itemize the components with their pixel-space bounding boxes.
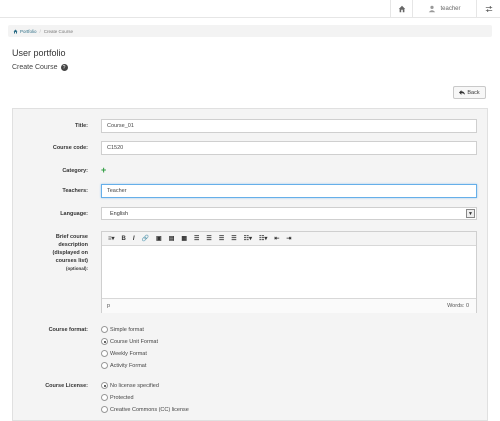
breadcrumb-current: Create Course [43, 28, 74, 34]
user-icon [429, 5, 436, 13]
title-input[interactable]: Course_01 [101, 119, 477, 133]
numbered-list-icon[interactable]: ☷▾ [259, 235, 267, 242]
table-icon[interactable]: ▦ [181, 235, 187, 242]
format-option-label: Simple format [110, 326, 144, 333]
radio-selected-icon[interactable] [101, 338, 108, 345]
language-label: Language: [60, 211, 88, 217]
media-icon[interactable]: ▤ [169, 235, 175, 242]
home-button[interactable] [390, 0, 412, 18]
format-option-label: Course Unit Format [110, 338, 158, 345]
breadcrumb-separator: / [39, 28, 41, 34]
radio-icon[interactable] [101, 406, 108, 413]
license-option-label: No license specified [110, 382, 159, 389]
title-label: Title: [74, 123, 88, 129]
description-label-line: (optional): [66, 266, 88, 271]
page-subtitle-text: Create Course [12, 64, 58, 71]
description-label-line: (displayed on [52, 250, 88, 256]
description-label-line: courses list) [55, 258, 88, 264]
license-option-cc[interactable]: Creative Commons (CC) license [101, 406, 189, 413]
radio-icon[interactable] [101, 350, 108, 357]
course-format-label: Course format: [48, 327, 88, 333]
back-button-label: Back [467, 89, 480, 96]
category-label: Category: [62, 168, 88, 174]
teachers-input[interactable]: Teacher [101, 184, 477, 198]
license-option-label: Creative Commons (CC) license [110, 406, 189, 413]
course-code-input[interactable]: C1520 [101, 141, 477, 155]
indent-icon[interactable]: ⇥ [286, 235, 291, 242]
radio-selected-icon[interactable] [101, 382, 108, 389]
license-option-label: Protected [110, 394, 134, 401]
format-option-weekly[interactable]: Weekly Format [101, 350, 147, 357]
radio-icon[interactable] [101, 326, 108, 333]
chevron-down-icon[interactable]: ▼ [466, 209, 475, 218]
description-editor[interactable]: ≡▾ B I 🔗 ▣ ▤ ▦ ☰ ☰ ☰ ☰ ☷▾ ☷▾ ⇤ ⇥ p Words… [101, 231, 477, 313]
radio-icon[interactable] [101, 362, 108, 369]
editor-statusbar: p Words: 0 [102, 298, 476, 313]
image-icon[interactable]: ▣ [156, 235, 162, 242]
user-name: teacher [440, 6, 461, 12]
align-center-icon[interactable]: ☰ [206, 235, 211, 242]
language-select[interactable]: English ▼ [101, 207, 477, 220]
license-option-protected[interactable]: Protected [101, 394, 134, 401]
italic-icon[interactable]: I [133, 236, 135, 242]
language-select-value: English [110, 210, 129, 217]
user-menu[interactable]: teacher [412, 0, 476, 18]
bold-icon[interactable]: B [122, 236, 126, 242]
editor-toolbar: ≡▾ B I 🔗 ▣ ▤ ▦ ☰ ☰ ☰ ☰ ☷▾ ☷▾ ⇤ ⇥ [102, 232, 476, 246]
format-option-simple[interactable]: Simple format [101, 326, 144, 333]
page-title: User portfolio [12, 48, 66, 58]
home-icon [13, 29, 18, 33]
format-option-course-unit[interactable]: Course Unit Format [101, 338, 158, 345]
format-option-label: Activity Format [110, 362, 147, 369]
license-option-none[interactable]: No license specified [101, 382, 159, 389]
outdent-icon[interactable]: ⇤ [274, 235, 279, 242]
description-label: Brief course description (displayed on c… [12, 233, 88, 273]
back-button[interactable]: Back [453, 86, 486, 99]
link-icon[interactable]: 🔗 [142, 235, 149, 242]
radio-icon[interactable] [101, 394, 108, 401]
description-label-line: description [58, 242, 88, 248]
sliders-icon [485, 6, 492, 12]
help-icon[interactable]: ? [60, 64, 68, 71]
paragraph-format-icon[interactable]: ≡▾ [108, 235, 115, 242]
home-icon [398, 5, 405, 13]
bullet-list-icon[interactable]: ☷▾ [244, 235, 252, 242]
breadcrumb: Portfolio / Create Course [8, 25, 492, 37]
breadcrumb-portfolio-link[interactable]: Portfolio [20, 29, 37, 34]
back-arrow-icon [459, 90, 466, 95]
settings-button[interactable] [476, 0, 500, 18]
page-subtitle: Create Course ? [12, 64, 68, 71]
course-license-label: Course License: [45, 383, 88, 389]
teachers-label: Teachers: [62, 188, 88, 194]
editor-path: p [107, 303, 111, 309]
align-right-icon[interactable]: ☰ [219, 235, 224, 242]
editor-text-area[interactable] [102, 246, 476, 298]
align-justify-icon[interactable]: ☰ [231, 235, 236, 242]
format-option-label: Weekly Format [110, 350, 147, 357]
editor-word-count: Words: 0 [447, 303, 469, 309]
description-label-line: Brief course [55, 234, 88, 240]
top-navbar: teacher [0, 0, 500, 18]
add-category-icon[interactable]: + [101, 165, 106, 175]
format-option-activity[interactable]: Activity Format [101, 362, 146, 369]
align-left-icon[interactable]: ☰ [194, 235, 199, 242]
course-code-label: Course code: [52, 145, 88, 151]
